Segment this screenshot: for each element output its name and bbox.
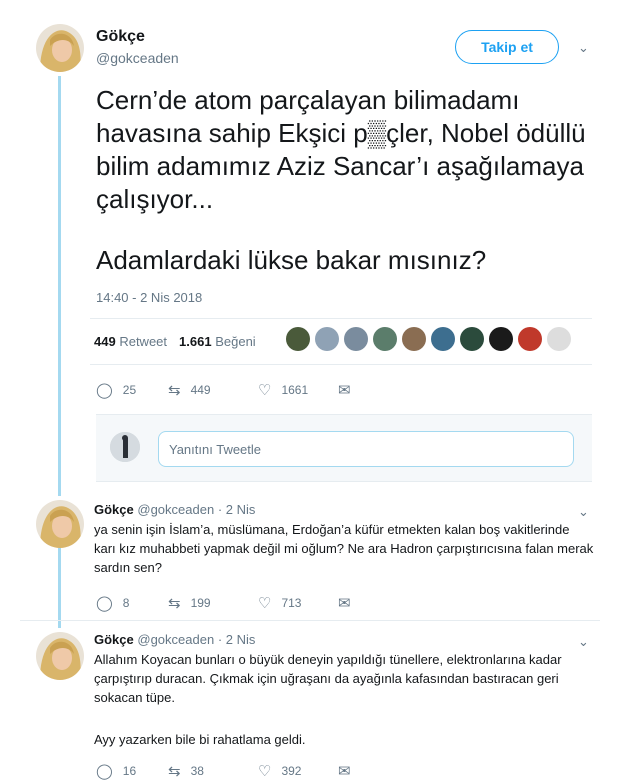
thread-line	[58, 540, 61, 628]
author-handle[interactable]: @gokceaden	[137, 632, 214, 647]
divider	[90, 364, 592, 365]
reply-button[interactable]: ◯ 25	[96, 381, 168, 399]
tweet-stats: 449 Retweet 1.661 Beğeni	[94, 334, 256, 349]
reply-button[interactable]: ◯ 8	[96, 594, 168, 612]
chevron-down-icon[interactable]: ⌄	[578, 634, 589, 650]
reply-date[interactable]: · 2 Nis	[218, 502, 256, 517]
message-button[interactable]: ✉	[338, 381, 351, 399]
reply-button[interactable]: ◯ 16	[96, 762, 168, 780]
reply-icon: ◯	[96, 382, 113, 399]
reply-date[interactable]: · 2 Nis	[218, 632, 256, 647]
retweet-icon: ⇆	[168, 382, 181, 399]
author-handle[interactable]: @gokceaden	[137, 502, 214, 517]
like-button[interactable]: ♡ 392	[258, 762, 338, 780]
heart-icon: ♡	[258, 595, 272, 612]
reply-text-2: Ayy yazarken bile bi rahatlama geldi.	[94, 732, 306, 747]
message-button[interactable]: ✉	[338, 762, 351, 780]
reply-text: ya senin işin İslam’a, müslümana, Erdoğa…	[94, 522, 594, 575]
retweet-stat[interactable]: 449 Retweet	[94, 334, 167, 349]
author-name[interactable]: Gökçe	[94, 632, 134, 647]
chevron-down-icon[interactable]: ⌄	[578, 40, 589, 56]
liker-avatar[interactable]	[489, 327, 513, 351]
reply-icon: ◯	[96, 763, 113, 780]
chevron-down-icon[interactable]: ⌄	[578, 504, 589, 520]
retweet-button[interactable]: ⇆ 449	[168, 381, 258, 399]
reply-text: Allahım Koyacan bunları o büyük deneyin …	[94, 652, 562, 705]
author-name[interactable]: Gökçe	[94, 502, 134, 517]
liker-avatar[interactable]	[460, 327, 484, 351]
like-button[interactable]: ♡ 713	[258, 594, 338, 612]
reply-actions: ◯ 8 ⇆ 199 ♡ 713 ✉	[96, 594, 351, 612]
divider	[90, 318, 592, 319]
like-button[interactable]: ♡ 1661	[258, 381, 338, 399]
message-button[interactable]: ✉	[338, 594, 351, 612]
avatar[interactable]	[36, 24, 84, 72]
reply-header: Gökçe @gokceaden · 2 Nis	[94, 502, 255, 517]
divider	[20, 620, 600, 621]
avatar[interactable]	[36, 632, 84, 680]
liker-avatar[interactable]	[547, 327, 571, 351]
avatar	[110, 432, 140, 462]
envelope-icon: ✉	[338, 763, 351, 780]
thread-line	[58, 76, 61, 496]
liker-avatar[interactable]	[518, 327, 542, 351]
like-stat[interactable]: 1.661 Beğeni	[179, 334, 256, 349]
reply-input[interactable]: Yanıtını Tweetle	[158, 431, 574, 467]
author-handle[interactable]: @gokceaden	[96, 50, 179, 66]
liker-avatar[interactable]	[373, 327, 397, 351]
liker-avatar[interactable]	[431, 327, 455, 351]
tweet-text-2: Adamlardaki lükse bakar mısınız?	[96, 245, 487, 275]
liker-avatar[interactable]	[286, 327, 310, 351]
envelope-icon: ✉	[338, 595, 351, 612]
author-name[interactable]: Gökçe	[96, 28, 179, 46]
liker-avatar[interactable]	[315, 327, 339, 351]
heart-icon: ♡	[258, 382, 272, 399]
retweet-button[interactable]: ⇆ 38	[168, 762, 258, 780]
reply-composer: Yanıtını Tweetle	[96, 414, 592, 482]
liker-avatars	[286, 327, 571, 351]
envelope-icon: ✉	[338, 382, 351, 399]
heart-icon: ♡	[258, 763, 272, 780]
retweet-button[interactable]: ⇆ 199	[168, 594, 258, 612]
liker-avatar[interactable]	[344, 327, 368, 351]
follow-button[interactable]: Takip et	[455, 30, 559, 64]
retweet-icon: ⇆	[168, 595, 181, 612]
avatar[interactable]	[36, 500, 84, 548]
reply-icon: ◯	[96, 595, 113, 612]
reply-actions: ◯ 16 ⇆ 38 ♡ 392 ✉	[96, 762, 351, 780]
reply-header: Gökçe @gokceaden · 2 Nis	[94, 632, 255, 647]
retweet-icon: ⇆	[168, 763, 181, 780]
tweet-text: Cern’de atom parçalayan bilimadamı havas…	[96, 85, 586, 214]
liker-avatar[interactable]	[402, 327, 426, 351]
tweet-actions: ◯ 25 ⇆ 449 ♡ 1661 ✉	[96, 381, 351, 399]
tweet-timestamp[interactable]: 14:40 - 2 Nis 2018	[96, 290, 202, 305]
